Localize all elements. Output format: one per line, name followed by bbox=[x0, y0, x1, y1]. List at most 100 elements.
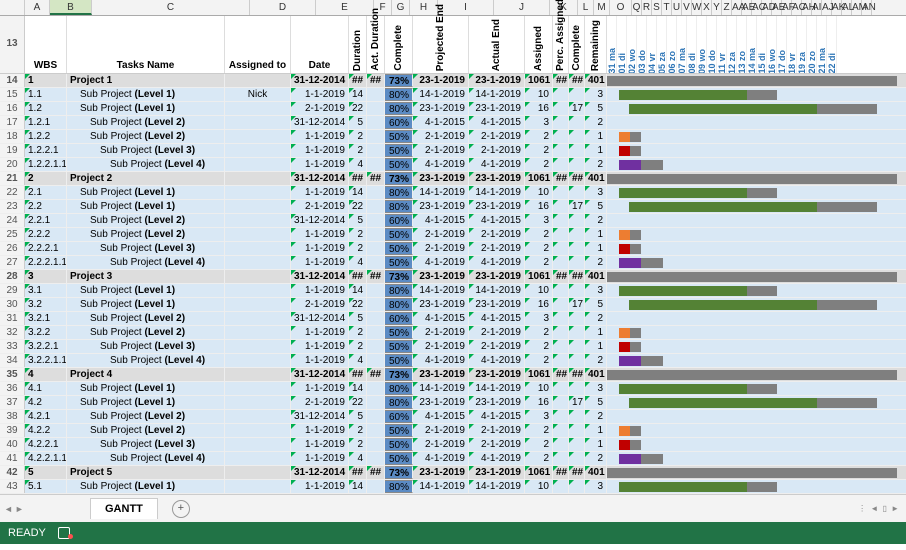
header-duration[interactable]: Duration bbox=[349, 16, 367, 73]
header-assigned2[interactable]: Assigned bbox=[525, 16, 553, 73]
cell[interactable]: Sub Project (Level 1) bbox=[67, 298, 225, 311]
cell[interactable]: 2-1-2019 bbox=[413, 340, 469, 353]
cell[interactable]: 5 bbox=[585, 200, 607, 213]
cell[interactable]: 4.2.2 bbox=[25, 424, 67, 437]
table-row[interactable]: 404.2.2.1Sub Project (Level 3)1-1-201925… bbox=[0, 438, 906, 452]
cell[interactable]: 1.2 bbox=[25, 102, 67, 115]
cell[interactable]: 1.2.2.1 bbox=[25, 144, 67, 157]
tab-nav-arrows[interactable]: ◄ ► bbox=[4, 504, 24, 514]
cell[interactable] bbox=[553, 452, 569, 465]
col-header-X[interactable]: X bbox=[702, 0, 712, 15]
row-number[interactable]: 13 bbox=[0, 16, 25, 73]
cell[interactable]: 80% bbox=[385, 88, 413, 101]
cell[interactable] bbox=[553, 480, 569, 493]
cell[interactable]: Sub Project (Level 1) bbox=[67, 396, 225, 409]
cell[interactable]: 14 bbox=[349, 186, 367, 199]
cell[interactable]: 2-1-2019 bbox=[413, 242, 469, 255]
cell[interactable]: Sub Project (Level 4) bbox=[67, 256, 225, 269]
cell[interactable]: 2 bbox=[525, 228, 553, 241]
select-all[interactable] bbox=[0, 0, 25, 15]
col-header-J[interactable]: J bbox=[494, 0, 550, 15]
cell[interactable] bbox=[225, 340, 291, 353]
col-header-H[interactable]: H bbox=[410, 0, 438, 15]
col-header-U[interactable]: U bbox=[672, 0, 682, 15]
cell[interactable] bbox=[367, 354, 385, 367]
row-number[interactable]: 15 bbox=[0, 88, 25, 101]
cell[interactable]: 23-1-2019 bbox=[469, 368, 525, 381]
table-row[interactable]: 201.2.2.1.1Sub Project (Level 4)1-1-2019… bbox=[0, 158, 906, 172]
table-row[interactable]: 181.2.2Sub Project (Level 2)1-1-2019250%… bbox=[0, 130, 906, 144]
cell[interactable]: 4.2 bbox=[25, 396, 67, 409]
table-row[interactable]: 171.2.1Sub Project (Level 2)31-12-201456… bbox=[0, 116, 906, 130]
cell[interactable]: ## bbox=[367, 270, 385, 283]
cell[interactable] bbox=[553, 186, 569, 199]
col-header-Y[interactable]: Y bbox=[712, 0, 722, 15]
cell[interactable] bbox=[225, 396, 291, 409]
cell[interactable]: 80% bbox=[385, 102, 413, 115]
add-sheet-button[interactable]: + bbox=[172, 500, 190, 518]
cell[interactable] bbox=[225, 74, 291, 87]
cell[interactable]: 5 bbox=[585, 298, 607, 311]
cell[interactable] bbox=[367, 452, 385, 465]
cell[interactable] bbox=[225, 354, 291, 367]
cell[interactable] bbox=[367, 116, 385, 129]
cell[interactable]: 1 bbox=[585, 340, 607, 353]
table-row[interactable]: 141Project 131-12-2014####73%23-1-201923… bbox=[0, 74, 906, 88]
cell[interactable]: 3 bbox=[525, 410, 553, 423]
cell[interactable]: 5 bbox=[585, 396, 607, 409]
header-date[interactable]: Date bbox=[291, 16, 349, 73]
cell[interactable]: 2-1-2019 bbox=[469, 144, 525, 157]
table-row[interactable]: 354Project 431-12-2014####73%23-1-201923… bbox=[0, 368, 906, 382]
cell[interactable] bbox=[225, 270, 291, 283]
col-header-A[interactable]: A bbox=[25, 0, 50, 15]
header-actual-end[interactable]: Actual End bbox=[469, 16, 525, 73]
cell[interactable] bbox=[367, 186, 385, 199]
row-number[interactable]: 22 bbox=[0, 186, 25, 199]
cell[interactable]: 31-12-2014 bbox=[291, 116, 349, 129]
cell[interactable]: 73% bbox=[385, 368, 413, 381]
cell[interactable]: 1-1-2019 bbox=[291, 158, 349, 171]
cell[interactable]: 50% bbox=[385, 326, 413, 339]
cell[interactable]: 2 bbox=[525, 452, 553, 465]
cell[interactable]: ## bbox=[367, 74, 385, 87]
cell[interactable]: 1.1 bbox=[25, 88, 67, 101]
cell[interactable]: 1-1-2019 bbox=[291, 88, 349, 101]
cell[interactable]: 10 bbox=[525, 480, 553, 493]
cell[interactable]: Sub Project (Level 2) bbox=[67, 214, 225, 227]
cell[interactable]: 2-1-2019 bbox=[469, 242, 525, 255]
cell[interactable] bbox=[367, 130, 385, 143]
cell[interactable]: 1 bbox=[585, 144, 607, 157]
cell[interactable]: 80% bbox=[385, 382, 413, 395]
cell[interactable]: 50% bbox=[385, 438, 413, 451]
cell[interactable]: ## bbox=[553, 466, 569, 479]
cell[interactable]: 31-12-2014 bbox=[291, 270, 349, 283]
cell[interactable] bbox=[553, 88, 569, 101]
cell[interactable]: 2 bbox=[349, 130, 367, 143]
cell[interactable]: 14-1-2019 bbox=[469, 284, 525, 297]
table-row[interactable]: 394.2.2Sub Project (Level 2)1-1-2019250%… bbox=[0, 424, 906, 438]
cell[interactable]: 4-1-2019 bbox=[469, 354, 525, 367]
cell[interactable]: ## bbox=[569, 368, 585, 381]
cell[interactable] bbox=[225, 466, 291, 479]
cell[interactable]: 1 bbox=[585, 438, 607, 451]
cell[interactable] bbox=[367, 200, 385, 213]
cell[interactable]: 23-1-2019 bbox=[469, 270, 525, 283]
cell[interactable] bbox=[553, 410, 569, 423]
cell[interactable] bbox=[225, 382, 291, 395]
cell[interactable] bbox=[225, 298, 291, 311]
cell[interactable]: ## bbox=[569, 466, 585, 479]
cell[interactable] bbox=[553, 396, 569, 409]
cell[interactable]: 1-1-2019 bbox=[291, 452, 349, 465]
col-header-E[interactable]: E bbox=[316, 0, 374, 15]
cell[interactable]: Sub Project (Level 2) bbox=[67, 116, 225, 129]
cell[interactable]: 50% bbox=[385, 228, 413, 241]
row-number[interactable]: 25 bbox=[0, 228, 25, 241]
cell[interactable]: 1061 bbox=[525, 368, 553, 381]
cell[interactable]: 31-12-2014 bbox=[291, 172, 349, 185]
cell[interactable]: 2-1-2019 bbox=[413, 424, 469, 437]
cell[interactable]: ## bbox=[349, 466, 367, 479]
sheet-tab-gantt[interactable]: GANTT bbox=[90, 498, 158, 519]
cell[interactable]: 31-12-2014 bbox=[291, 214, 349, 227]
cell[interactable]: 2.1 bbox=[25, 186, 67, 199]
cell[interactable]: 2.2.2 bbox=[25, 228, 67, 241]
